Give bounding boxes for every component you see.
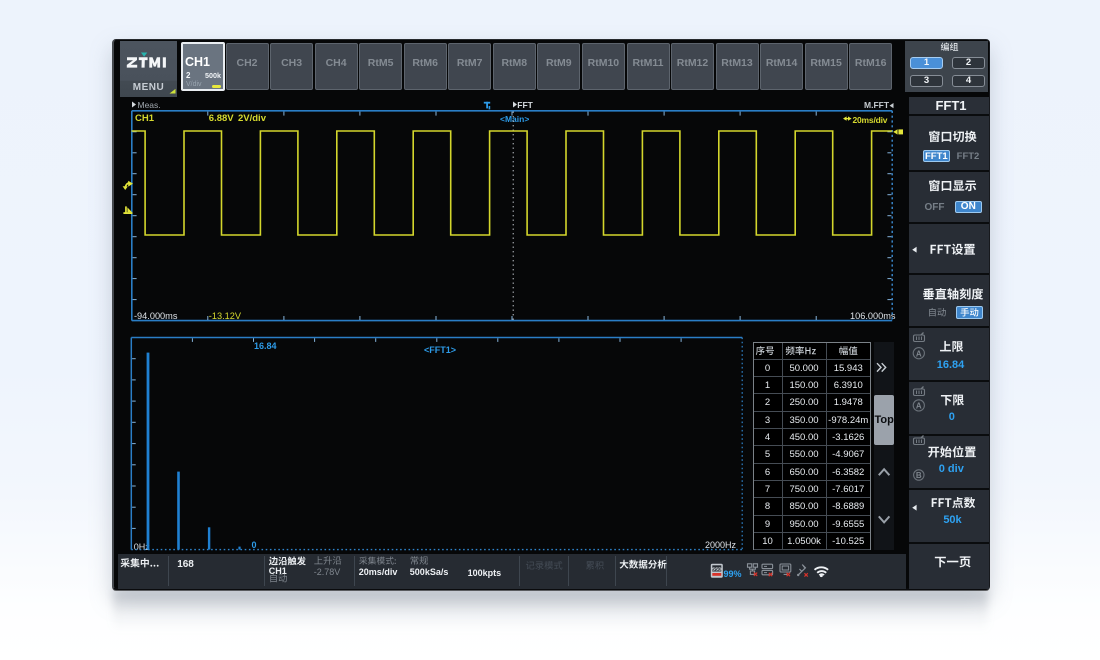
svg-text:SSD: SSD <box>712 567 722 572</box>
svg-text:A: A <box>916 349 922 358</box>
svg-text:A: A <box>916 402 922 411</box>
svg-text:B: B <box>916 471 922 480</box>
